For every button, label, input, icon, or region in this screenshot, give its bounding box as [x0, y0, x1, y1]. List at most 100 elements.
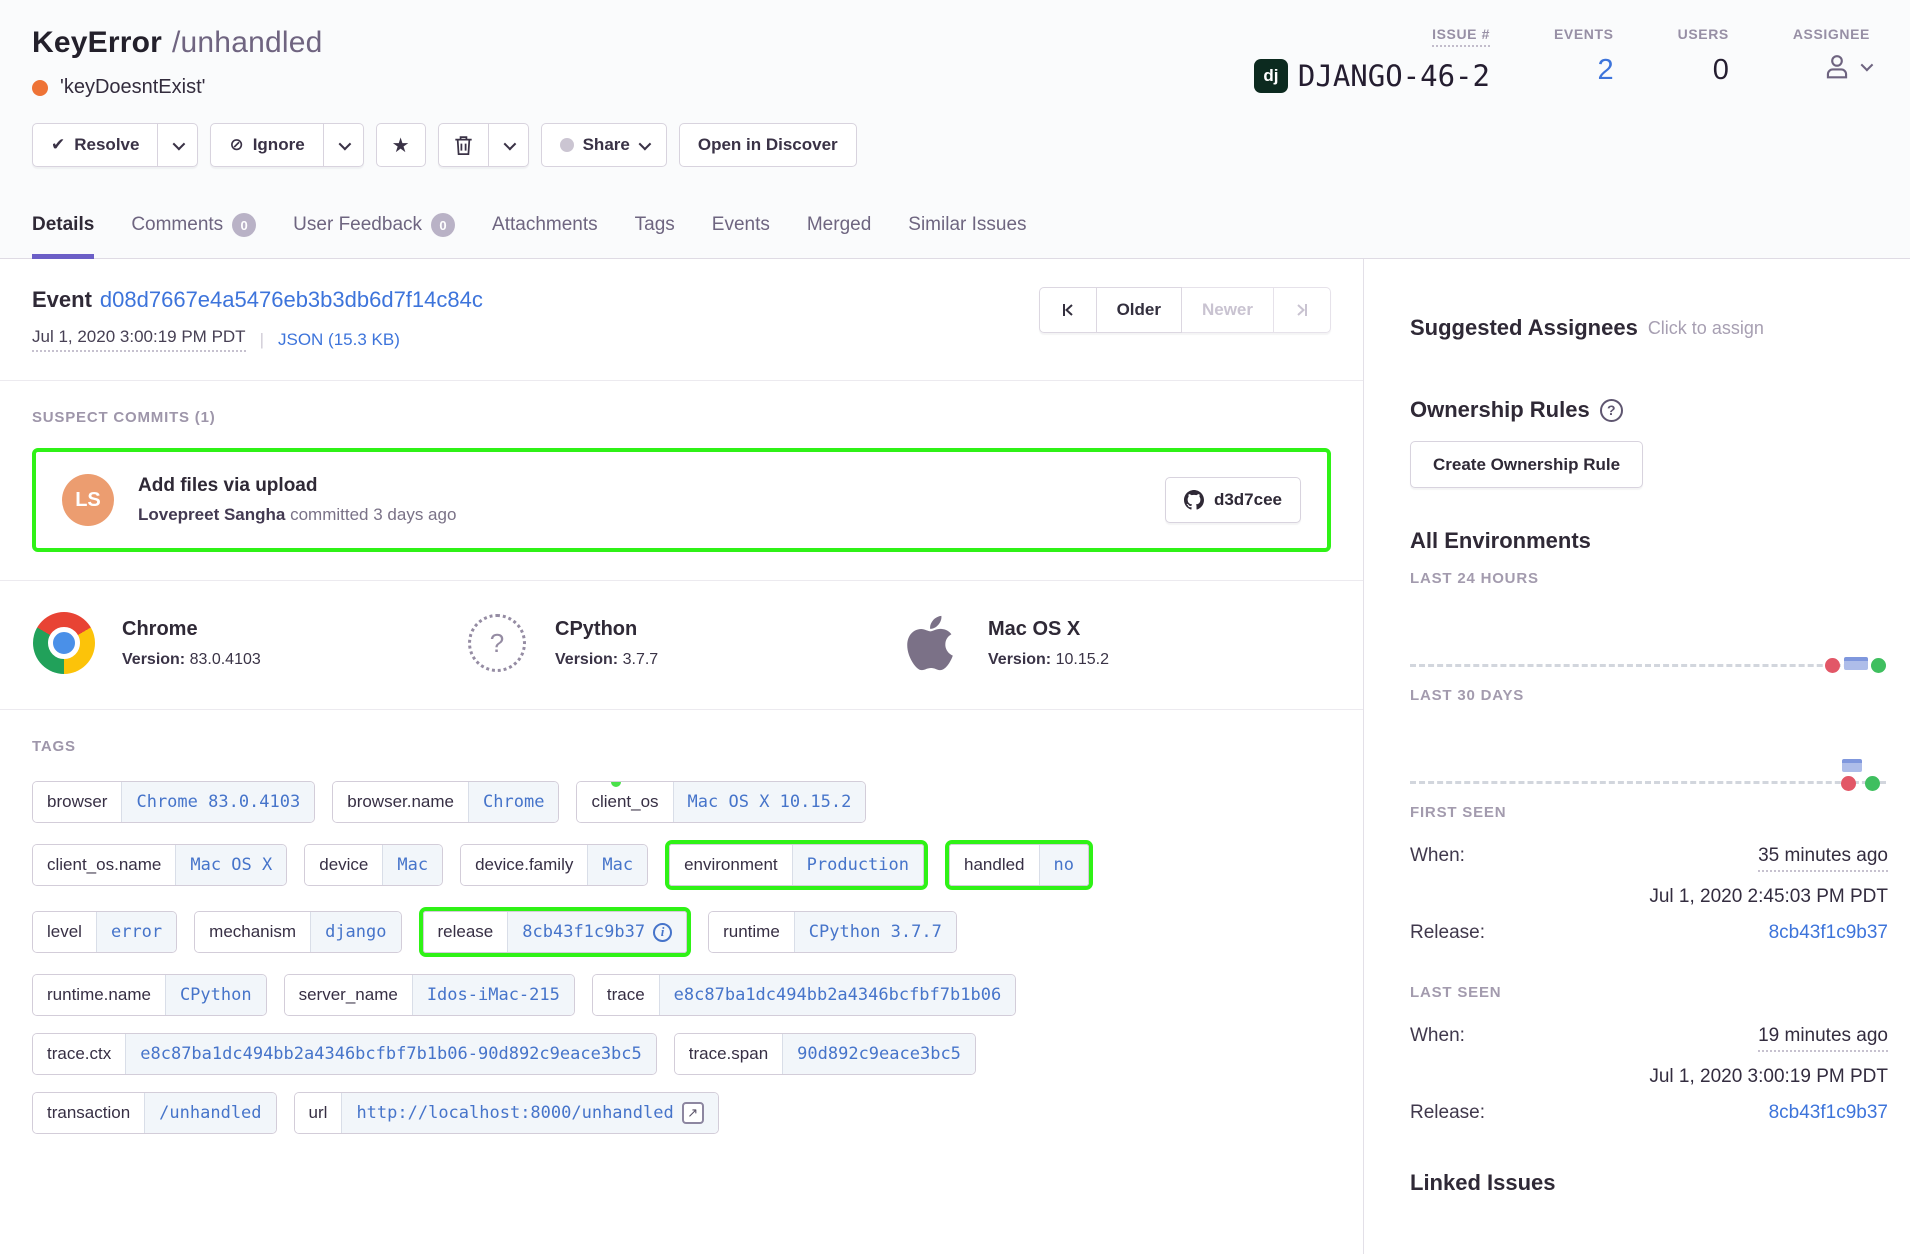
info-icon[interactable]: i: [653, 923, 672, 942]
all-environments-title: All Environments: [1410, 528, 1888, 554]
ownership-rules-title: Ownership Rules: [1410, 397, 1590, 423]
context-browser: Chrome Version: 83.0.4103: [32, 611, 465, 675]
chevron-down-icon: [1861, 58, 1874, 71]
tab-attachments[interactable]: Attachments: [492, 213, 598, 259]
issue-number-label: ISSUE #: [1432, 26, 1490, 47]
commit-meta: Lovepreet Sangha committed 3 days ago: [138, 505, 1165, 525]
ignore-dropdown-button[interactable]: [324, 123, 364, 167]
first-seen-release-link[interactable]: 8cb43f1c9b37: [1769, 922, 1888, 944]
resolve-button[interactable]: ✔Resolve: [32, 123, 158, 167]
share-button[interactable]: Share: [541, 123, 667, 167]
tag-value-link[interactable]: 90d892c9eace3bc5: [782, 1034, 975, 1074]
tag-device: deviceMac: [304, 844, 443, 886]
events-count[interactable]: 2: [1597, 54, 1613, 87]
last-seen-absolute: Jul 1, 2020 3:00:19 PM PDT: [1410, 1066, 1888, 1088]
tag-trace: tracee8c87ba1dc494bb2a4346bcfbf7b1b06: [592, 974, 1016, 1016]
last-seen-marker: [1865, 776, 1880, 791]
events-label: EVENTS: [1554, 26, 1614, 42]
tag-value-link[interactable]: Mac OS X: [175, 845, 286, 885]
tab-merged[interactable]: Merged: [807, 213, 871, 259]
context-os: Mac OS X Version: 10.15.2: [898, 611, 1331, 675]
tag-value-link[interactable]: Chrome 83.0.4103: [121, 782, 314, 822]
context-version: 10.15.2: [1056, 651, 1109, 668]
issue-short-id: DJANGO-46-2: [1298, 59, 1490, 93]
tag-value-link[interactable]: e8c87ba1dc494bb2a4346bcfbf7b1b06: [659, 975, 1016, 1015]
skip-to-latest-button[interactable]: [1274, 287, 1331, 333]
tags-section: TAGS browserChrome 83.0.4103 browser.nam…: [0, 710, 1363, 1179]
event-json-link[interactable]: JSON (15.3 KB): [278, 330, 400, 350]
tag-value-link[interactable]: /unhandled: [144, 1093, 275, 1133]
tab-details[interactable]: Details: [32, 213, 94, 259]
tab-events[interactable]: Events: [712, 213, 770, 259]
assignee-dropdown[interactable]: [1821, 50, 1870, 82]
tag-value-link[interactable]: 8cb43f1c9b37i: [507, 912, 686, 952]
tab-user-feedback[interactable]: User Feedback0: [293, 213, 455, 259]
when-label: When:: [1410, 1025, 1465, 1047]
event-timestamp: Jul 1, 2020 3:00:19 PM PDT: [32, 327, 246, 352]
tag-url: urlhttp://localhost:8000/unhandled↗: [294, 1092, 719, 1134]
mute-icon: ⊘: [229, 135, 243, 155]
issue-detail-page: KeyError/unhandled 'keyDoesntExist' ISSU…: [0, 0, 1910, 1254]
tab-tags[interactable]: Tags: [635, 213, 675, 259]
delete-dropdown-button[interactable]: [489, 123, 529, 167]
tag-transaction: transaction/unhandled: [32, 1092, 277, 1134]
tag-value-link[interactable]: Idos-iMac-215: [412, 975, 574, 1015]
tag-browser: browserChrome 83.0.4103: [32, 781, 315, 823]
resolve-dropdown-button[interactable]: [158, 123, 198, 167]
event-id-link[interactable]: d08d7667e4a5476eb3b3db6d7f14c84c: [100, 287, 483, 312]
tag-value-link[interactable]: no: [1039, 845, 1088, 885]
tag-value-link[interactable]: Mac: [382, 845, 442, 885]
tag-value-link[interactable]: e8c87ba1dc494bb2a4346bcfbf7b1b06-90d892c…: [125, 1034, 656, 1074]
create-ownership-rule-button[interactable]: Create Ownership Rule: [1410, 441, 1643, 488]
event-bar: [1842, 759, 1862, 772]
tag-value-link[interactable]: Mac OS X 10.15.2: [673, 782, 866, 822]
first-seen-absolute: Jul 1, 2020 2:45:03 PM PDT: [1410, 886, 1888, 908]
event-details-panel: Event d08d7667e4a5476eb3b3db6d7f14c84c Ju…: [0, 259, 1364, 1254]
suspect-commits-label: SUSPECT COMMITS (1): [32, 409, 1331, 426]
stat-users: USERS 0: [1678, 26, 1729, 87]
users-label: USERS: [1678, 26, 1729, 42]
last-seen-relative: 19 minutes ago: [1758, 1025, 1888, 1052]
commit-message: Add files via upload: [138, 475, 1165, 497]
tag-value-link[interactable]: error: [96, 912, 176, 952]
external-link-icon[interactable]: ↗: [682, 1102, 704, 1124]
context-name: Mac OS X: [988, 618, 1109, 641]
newer-event-button[interactable]: Newer: [1182, 287, 1274, 333]
oldest-event-button[interactable]: [1039, 287, 1097, 333]
separator: |: [260, 330, 264, 350]
context-name: CPython: [555, 618, 658, 641]
tag-value-link[interactable]: http://localhost:8000/unhandled↗: [341, 1093, 717, 1133]
delete-button[interactable]: [438, 123, 489, 167]
tag-client-os-name: client_os.nameMac OS X: [32, 844, 287, 886]
github-icon: [1184, 490, 1204, 510]
tag-value-link[interactable]: Chrome: [468, 782, 558, 822]
assignee-label: ASSIGNEE: [1793, 26, 1870, 42]
event-label: Event: [32, 287, 92, 312]
tab-similar-issues[interactable]: Similar Issues: [908, 213, 1026, 259]
tag-value-link[interactable]: Production: [792, 845, 923, 885]
last-24-hours-label: LAST 24 HOURS: [1410, 570, 1888, 587]
event-header: Event d08d7667e4a5476eb3b3db6d7f14c84c Ju…: [0, 259, 1363, 381]
tag-value-link[interactable]: django: [310, 912, 400, 952]
commit-author-name: Lovepreet Sangha: [138, 505, 285, 524]
tag-value-link[interactable]: Mac: [587, 845, 647, 885]
commit-sha-button[interactable]: d3d7cee: [1165, 477, 1301, 523]
older-event-button[interactable]: Older: [1097, 287, 1182, 333]
tab-comments[interactable]: Comments0: [131, 213, 256, 259]
ignore-button[interactable]: ⊘Ignore: [210, 123, 323, 167]
first-seen-label: FIRST SEEN: [1410, 804, 1888, 821]
bookmark-star-button[interactable]: ★: [376, 123, 426, 167]
user-feedback-count-badge: 0: [431, 213, 455, 237]
last-seen-release-link[interactable]: 8cb43f1c9b37: [1769, 1102, 1888, 1124]
last-30-days-label: LAST 30 DAYS: [1410, 687, 1888, 704]
help-question-icon[interactable]: ?: [1600, 399, 1623, 422]
tag-value-link[interactable]: CPython 3.7.7: [794, 912, 956, 952]
open-in-discover-button[interactable]: Open in Discover: [679, 123, 857, 167]
error-level-dot: [32, 80, 48, 96]
chevron-down-icon: [638, 137, 651, 150]
click-to-assign-hint[interactable]: Click to assign: [1648, 318, 1764, 339]
issue-type: KeyError: [32, 26, 162, 59]
tag-value-link[interactable]: CPython: [165, 975, 266, 1015]
users-count: 0: [1713, 54, 1729, 87]
skip-to-first-icon: [1060, 302, 1076, 318]
